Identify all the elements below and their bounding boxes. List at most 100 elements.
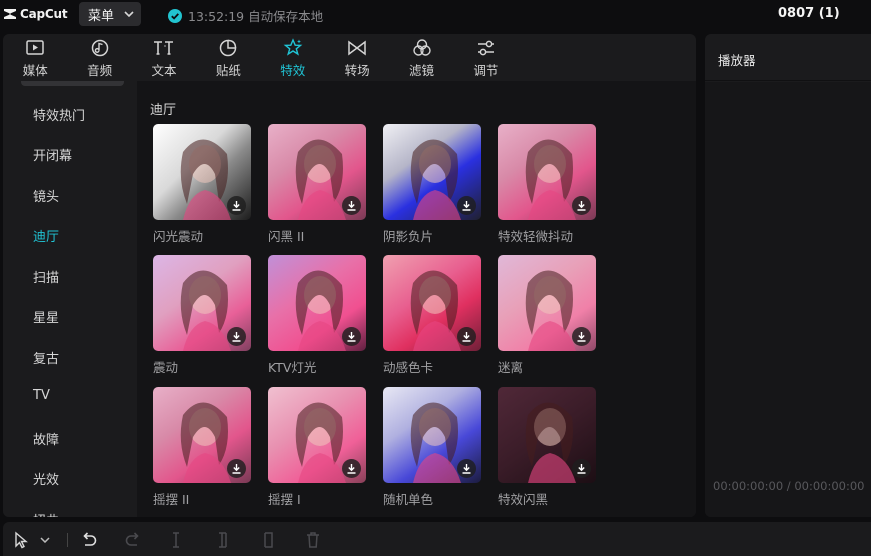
- tab-effects[interactable]: 特效: [261, 34, 325, 81]
- filter-icon: [412, 39, 431, 56]
- effect-card[interactable]: 闪黑 II: [268, 124, 366, 245]
- split-icon: [173, 532, 179, 548]
- effect-card[interactable]: 随机单色: [383, 387, 481, 508]
- split-right-button[interactable]: [260, 530, 276, 550]
- effect-thumbnail[interactable]: [153, 255, 251, 351]
- split-button[interactable]: [169, 530, 183, 550]
- menu-button[interactable]: 菜单: [79, 2, 141, 26]
- effect-card[interactable]: 阴影负片: [383, 124, 481, 245]
- effect-card[interactable]: 震动: [153, 255, 251, 376]
- split-left-button[interactable]: [215, 530, 231, 550]
- effect-label: 摇摆 II: [153, 492, 190, 507]
- download-icon: [232, 201, 241, 211]
- download-button[interactable]: [572, 327, 591, 346]
- category-scan[interactable]: 扫描: [33, 267, 59, 286]
- effect-thumbnail[interactable]: [383, 387, 481, 483]
- download-button[interactable]: [457, 327, 476, 346]
- effect-thumbnail[interactable]: [153, 387, 251, 483]
- player-panel: 播放器 00:00:00:00 / 00:00:00:00: [705, 34, 871, 517]
- effect-card[interactable]: 闪光震动: [153, 124, 251, 245]
- top-bar: CapCut 菜单 13:52:19 自动保存本地 0807 (1): [0, 0, 871, 30]
- chevron-down-icon: [40, 537, 50, 543]
- effect-label: 特效轻微抖动: [498, 229, 574, 244]
- category-glitch[interactable]: 故障: [33, 429, 59, 448]
- download-button[interactable]: [457, 196, 476, 215]
- redo-button[interactable]: [124, 530, 142, 550]
- split-left-icon: [219, 532, 227, 548]
- redo-icon: [125, 532, 139, 546]
- autosave-text: 13:52:19 自动保存本地: [188, 9, 324, 24]
- effect-thumbnail[interactable]: [498, 387, 596, 483]
- player-timecode: 00:00:00:00 / 00:00:00:00: [713, 479, 865, 493]
- effect-thumbnail[interactable]: [153, 124, 251, 220]
- category-tv[interactable]: TV: [33, 388, 50, 403]
- download-icon: [577, 464, 586, 474]
- effect-thumbnail[interactable]: [268, 124, 366, 220]
- effect-thumbnail[interactable]: [383, 255, 481, 351]
- effect-thumbnail[interactable]: [498, 124, 596, 220]
- effect-card[interactable]: 特效闪黑: [498, 387, 596, 508]
- tab-transition[interactable]: 转场: [325, 34, 389, 81]
- text-icon: [153, 41, 173, 55]
- tab-label: 音频: [87, 63, 113, 78]
- effect-card[interactable]: 摇摆 II: [153, 387, 251, 508]
- effect-label: 随机单色: [383, 492, 434, 507]
- transition-icon: [348, 40, 366, 56]
- effects-icon: [283, 38, 303, 56]
- effect-card[interactable]: KTV灯光: [268, 255, 366, 376]
- effect-card[interactable]: 迷离: [498, 255, 596, 376]
- effect-thumbnail[interactable]: [268, 387, 366, 483]
- delete-icon: [307, 532, 319, 548]
- effect-thumbnail[interactable]: [498, 255, 596, 351]
- download-button[interactable]: [572, 459, 591, 478]
- effects-grid: 迪厅 闪光震动 闪黑 II 阴影负片 特效轻微抖动 震动 KTV灯光 动感色卡 迷离 摇摆 II…: [137, 81, 696, 517]
- category-open-close[interactable]: 开闭幕: [33, 145, 72, 164]
- tab-text[interactable]: 文本: [132, 34, 196, 81]
- download-icon: [462, 332, 471, 342]
- category-retro[interactable]: 复古: [33, 348, 59, 367]
- menu-button-label: 菜单: [88, 8, 115, 24]
- download-button[interactable]: [342, 196, 361, 215]
- download-button[interactable]: [227, 459, 246, 478]
- tab-sticker[interactable]: 贴纸: [196, 34, 260, 81]
- category-hot[interactable]: 特效热门: [33, 105, 85, 124]
- category-stars[interactable]: 星星: [33, 307, 59, 326]
- effect-card[interactable]: 特效轻微抖动: [498, 124, 596, 245]
- category-light[interactable]: 光效: [33, 469, 59, 488]
- effect-label: 摇摆 I: [268, 492, 301, 507]
- effect-card[interactable]: 动感色卡: [383, 255, 481, 376]
- tab-adjust[interactable]: 调节: [454, 34, 518, 81]
- tab-filter[interactable]: 滤镜: [389, 34, 453, 81]
- chevron-down-icon: [124, 11, 134, 17]
- delete-button[interactable]: [305, 530, 321, 550]
- tab-audio[interactable]: 音频: [67, 34, 131, 81]
- category-distort[interactable]: 扭曲: [33, 510, 59, 517]
- undo-button[interactable]: [80, 530, 98, 550]
- project-title[interactable]: 0807 (1): [778, 6, 840, 21]
- effect-card[interactable]: 摇摆 I: [268, 387, 366, 508]
- download-button[interactable]: [227, 196, 246, 215]
- download-button[interactable]: [457, 459, 476, 478]
- category-lens[interactable]: 镜头: [33, 186, 59, 205]
- category-disco[interactable]: 迪厅: [33, 226, 59, 245]
- select-tool-dropdown[interactable]: [40, 530, 50, 550]
- tab-label: 媒体: [22, 63, 48, 78]
- effect-label: KTV灯光: [268, 360, 317, 375]
- effect-thumbnail[interactable]: [268, 255, 366, 351]
- player-viewport[interactable]: [705, 82, 871, 517]
- select-tool-button[interactable]: [13, 530, 29, 550]
- effect-label: 动感色卡: [383, 360, 434, 375]
- undo-icon: [83, 532, 97, 546]
- download-button[interactable]: [572, 196, 591, 215]
- effect-thumbnail[interactable]: [383, 124, 481, 220]
- player-title: 播放器: [718, 53, 756, 68]
- player-header: 播放器: [705, 34, 871, 81]
- tab-media[interactable]: 媒体: [3, 34, 67, 81]
- download-button[interactable]: [342, 459, 361, 478]
- download-button[interactable]: [342, 327, 361, 346]
- tab-label: 贴纸: [215, 63, 241, 78]
- download-button[interactable]: [227, 327, 246, 346]
- download-icon: [232, 332, 241, 342]
- download-icon: [347, 332, 356, 342]
- tab-label: 调节: [473, 63, 499, 78]
